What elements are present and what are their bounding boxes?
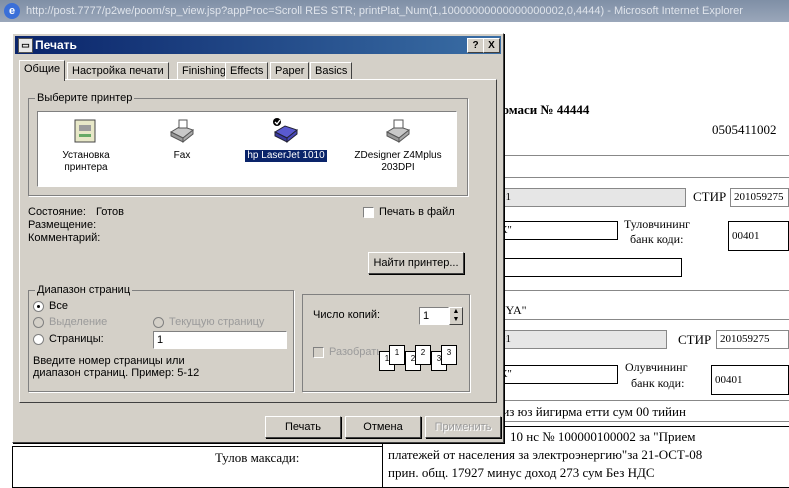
printer-name: ZDesigner Z4Mplus 203DPI [354,150,442,173]
printer-item-fax[interactable]: Fax [136,116,228,162]
browser-titlebar: e http://post.7777/p2we/poom/sp_view.jsp… [0,0,789,22]
printer-icon: ▭ [18,38,33,53]
dialog-titlebar: ▭ Печать ? X [15,36,501,54]
divider [490,290,789,291]
amount-in-words: киз юз йигирма етти сум 00 тийин [496,404,686,419]
stir-label: СТИР [693,189,727,204]
fax-icon [167,116,197,146]
copies-input[interactable]: 1 [419,307,449,325]
tab-general[interactable]: Общие [19,60,66,81]
cancel-button[interactable]: Отмена [345,416,421,438]
pages-input[interactable]: 1 [153,331,287,349]
printer-icon [271,116,301,146]
empty-field [496,258,682,277]
receiver-bank-code: 00401 [711,365,789,395]
page-range-label: Диапазон страниц [35,284,133,296]
status-value: Готов [96,206,124,218]
page-range-group: Диапазон страниц Все Выделение Текущую с… [28,284,294,392]
help-button[interactable]: ? [467,38,484,53]
printer-name: Установка принтера [62,150,110,173]
divider [490,319,789,320]
status-label: Состояние: [28,206,86,218]
range-all-radio[interactable] [33,301,44,312]
printer-name: Fax [173,150,191,161]
document-number: 0505411002 [712,122,777,137]
receiver-stir-field: 201059275 [716,330,789,349]
print-dialog: ▭ Печать ? X Общие Настройка печати Fini… [12,33,504,443]
dialog-title: Печать [35,38,77,52]
printer-item-add[interactable]: Установка принтера [40,116,132,174]
payer-bank-label: Туловчининг [624,217,691,231]
payer-stir-field: 201059275 [730,188,789,207]
divider [490,400,789,401]
printer-list[interactable]: Установка принтера Fax hp LaserJet 1010 [37,111,457,187]
range-all-label: Все [49,300,68,312]
printer-name: hp LaserJet 1010 [245,150,327,162]
printer-group: Выберите принтер Установка принтера Fax [28,92,468,196]
purpose-label-cell [12,446,383,488]
tab-finishing[interactable]: Finishing [177,62,232,80]
document-heading: номаси № 44444 [495,102,590,117]
printer-icon [383,116,413,146]
printer-group-label: Выберите принтер [35,92,135,104]
collate-label: Разобрать [329,346,383,358]
stir-label-2: СТИР [678,332,712,347]
print-button[interactable]: Печать [265,416,341,438]
receiver-bank-label-2: банк коди: [631,376,685,390]
purpose-label: Тулов максади: [215,450,300,465]
close-button[interactable]: X [483,38,500,53]
divider [490,177,789,178]
range-selection-radio[interactable] [33,317,44,328]
payer-account-field: 01 [496,188,686,207]
printer-item-hp-laserjet[interactable]: hp LaserJet 1010 [240,116,332,162]
browser-title: http://post.7777/p2we/poom/sp_view.jsp?a… [26,5,743,17]
collate-checkbox[interactable] [313,347,324,358]
divider [490,421,789,422]
collate-page-icon: 2 [415,345,431,365]
tab-paper[interactable]: Paper [270,62,310,80]
receiver-account-field: 01 [496,330,667,349]
range-pages-radio[interactable] [33,334,44,345]
divider [490,155,789,156]
print-to-file-label: Печать в файл [379,206,455,218]
find-printer-button[interactable]: Найти принтер... [368,252,464,274]
copies-spinner[interactable]: ▲ ▼ [449,307,463,325]
tab-basics[interactable]: Basics [310,62,353,80]
tab-panel-general: Выберите принтер Установка принтера Fax [19,79,497,403]
collate-page-icon: 3 [441,345,457,365]
apply-button[interactable]: Применить [425,416,501,438]
range-current-radio[interactable] [153,317,164,328]
range-current-label: Текущую страницу [169,316,265,328]
payer-bank-label-2: банк коди: [630,232,684,246]
purpose-line-2: платежей от населения за электроэнергию"… [388,447,703,462]
receiver-bank-label: Олувчининг [625,360,688,374]
purpose-line-3: прин. общ. 17927 минус доход 273 сум Без… [388,465,655,480]
comment-label: Комментарий: [28,232,101,244]
location-label: Размещение: [28,219,97,231]
print-to-file-checkbox[interactable] [363,207,374,218]
collate-page-icon: 1 [389,345,405,365]
printer-item-zdesigner[interactable]: ZDesigner Z4Mplus 203DPI [346,116,450,174]
copies-label: Число копий: [313,309,381,321]
range-help-text: Введите номер страницы или диапазон стра… [33,355,200,379]
internet-explorer-icon: e [4,3,20,19]
add-printer-icon [71,116,101,146]
range-pages-label: Страницы: [49,333,104,345]
purpose-line-1: 10 нс № 100000100002 за "Прием [510,429,696,444]
tab-print-settings[interactable]: Настройка печати [67,62,169,80]
payer-bank-code: 00401 [728,221,789,251]
copies-group: Число копий: 1 ▲ ▼ Разобрать 1 1 2 2 3 3 [302,294,470,392]
range-selection-label: Выделение [49,316,108,328]
tab-effects[interactable]: Effects [225,62,269,80]
payer-name-field: К" [496,221,618,240]
receiver-name-field: К" [496,365,618,384]
